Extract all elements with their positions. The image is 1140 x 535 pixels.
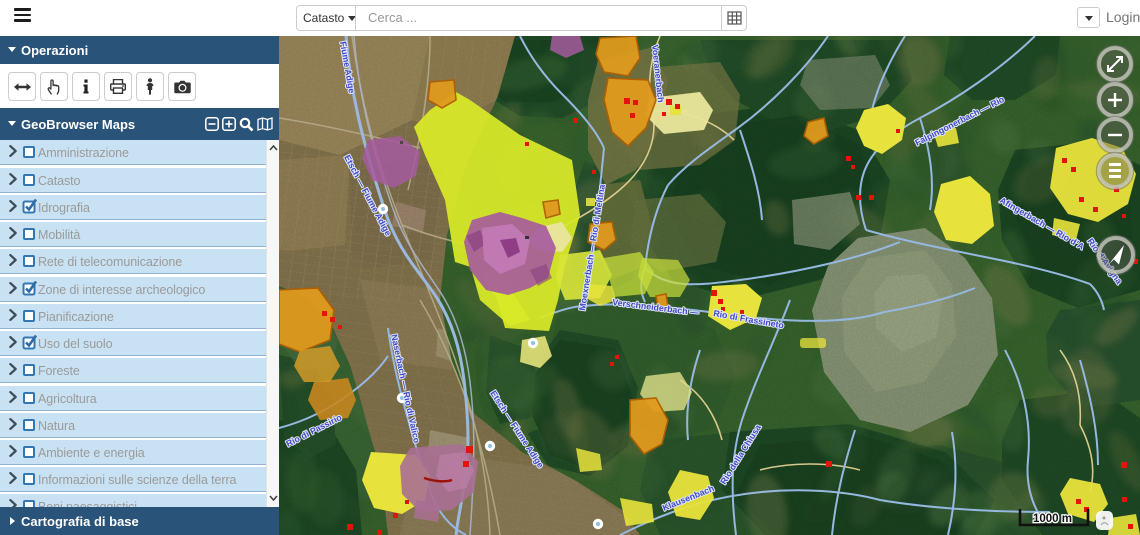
svg-text:1000 m: 1000 m (1033, 513, 1072, 525)
